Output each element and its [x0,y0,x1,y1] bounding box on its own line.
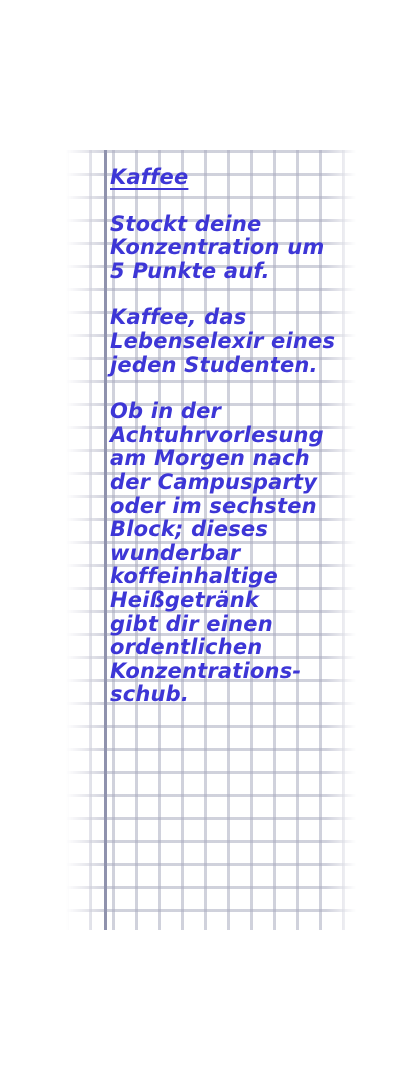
card-effect: Stockt deine Konzentration um 5 Punkte a… [110,211,325,283]
stage: Kaffee Stockt deine Konzentration um 5 P… [0,0,420,1080]
card-text: Kaffee Stockt deine Konzentration um 5 P… [110,165,346,730]
card-tagline: Kaffee, das Lebenselexir eines jeden Stu… [110,305,336,377]
card-title: Kaffee [110,165,189,189]
card-description: Ob in der Achtuhrvorlesung am Morgen nac… [110,399,324,707]
margin-line [104,150,107,930]
